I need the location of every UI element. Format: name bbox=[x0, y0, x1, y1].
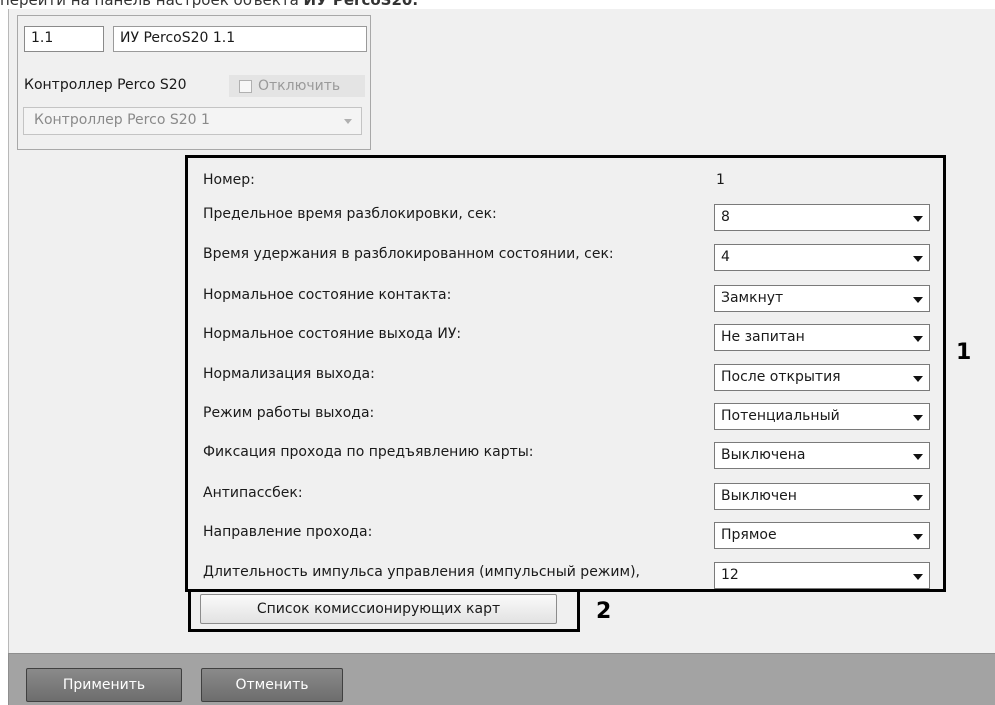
page-caption: перейти на панель настроек объекта ИУ Pe… bbox=[0, 0, 418, 9]
parent-dropdown-value: Контроллер Perco S20 1 bbox=[34, 112, 210, 128]
callout-1: 1 bbox=[956, 340, 972, 365]
checkbox-icon bbox=[239, 79, 252, 93]
setting-value: Выключена bbox=[721, 447, 806, 463]
setting-dropdown[interactable]: 8 bbox=[714, 204, 930, 231]
setting-dropdown[interactable]: Потенциальный bbox=[714, 403, 930, 430]
chevron-down-icon bbox=[913, 216, 923, 222]
chevron-down-icon bbox=[913, 415, 923, 421]
setting-value: 8 bbox=[721, 209, 730, 225]
setting-value: Замкнут bbox=[721, 290, 784, 306]
setting-label: Антипассбек: bbox=[203, 485, 303, 501]
chevron-down-icon bbox=[913, 297, 923, 303]
number-value: 1 bbox=[716, 172, 725, 188]
chevron-down-icon bbox=[913, 495, 923, 501]
setting-dropdown[interactable]: Выключена bbox=[714, 442, 930, 469]
setting-dropdown[interactable]: 12 bbox=[714, 562, 930, 589]
chevron-down-icon bbox=[913, 256, 923, 262]
setting-label: Направление прохода: bbox=[203, 524, 373, 540]
setting-dropdown[interactable]: Замкнут bbox=[714, 285, 930, 312]
object-header-group: 1.1 ИУ PercoS20 1.1 Контроллер Perco S20… bbox=[17, 15, 371, 150]
disable-checkbox[interactable]: Отключить bbox=[229, 75, 365, 97]
setting-dropdown[interactable]: 4 bbox=[714, 244, 930, 271]
parent-label: Контроллер Perco S20 bbox=[24, 77, 187, 93]
setting-label: Нормальное состояние выхода ИУ: bbox=[203, 326, 462, 342]
chevron-down-icon bbox=[344, 119, 352, 124]
setting-value: После открытия bbox=[721, 369, 841, 385]
cancel-button[interactable]: Отменить bbox=[201, 668, 343, 702]
setting-value: Выключен bbox=[721, 488, 797, 504]
number-label: Номер: bbox=[203, 172, 255, 188]
setting-dropdown[interactable]: Прямое bbox=[714, 522, 930, 549]
setting-label: Режим работы выхода: bbox=[203, 405, 375, 421]
setting-dropdown[interactable]: После открытия bbox=[714, 364, 930, 391]
caption-text: перейти на панель настроек объекта bbox=[0, 0, 304, 9]
footer-bar: Применить Отменить bbox=[8, 653, 995, 705]
object-name-field[interactable]: ИУ PercoS20 1.1 bbox=[113, 26, 367, 52]
chevron-down-icon bbox=[913, 376, 923, 382]
setting-value: Прямое bbox=[721, 527, 777, 543]
setting-label: Время удержания в разблокированном состо… bbox=[203, 246, 614, 262]
setting-label: Фиксация прохода по предъявлению карты: bbox=[203, 444, 534, 460]
apply-button[interactable]: Применить bbox=[26, 668, 182, 702]
chevron-down-icon bbox=[913, 574, 923, 580]
commissioning-cards-button[interactable]: Список комиссионирующих карт bbox=[200, 594, 557, 624]
setting-dropdown[interactable]: Выключен bbox=[714, 483, 930, 510]
object-id-field[interactable]: 1.1 bbox=[24, 26, 104, 52]
setting-label: Нормальное состояние контакта: bbox=[203, 287, 452, 303]
caption-bold-text: ИУ PercoS20. bbox=[303, 0, 419, 9]
setting-label: Длительность импульса управления (импуль… bbox=[203, 564, 640, 580]
setting-label: Предельное время разблокировки, сек: bbox=[203, 206, 497, 222]
chevron-down-icon bbox=[913, 336, 923, 342]
setting-value: 4 bbox=[721, 249, 730, 265]
setting-label: Нормализация выхода: bbox=[203, 366, 375, 382]
callout-2: 2 bbox=[596, 599, 612, 624]
object-id-value: 1.1 bbox=[31, 30, 54, 46]
setting-value: Потенциальный bbox=[721, 408, 840, 424]
parent-dropdown: Контроллер Perco S20 1 bbox=[23, 107, 362, 135]
disable-label: Отключить bbox=[258, 78, 341, 94]
object-name-value: ИУ PercoS20 1.1 bbox=[120, 30, 236, 46]
chevron-down-icon bbox=[913, 534, 923, 540]
setting-value: Не запитан bbox=[721, 329, 805, 345]
chevron-down-icon bbox=[913, 454, 923, 460]
setting-value: 12 bbox=[721, 567, 739, 583]
setting-dropdown[interactable]: Не запитан bbox=[714, 324, 930, 351]
